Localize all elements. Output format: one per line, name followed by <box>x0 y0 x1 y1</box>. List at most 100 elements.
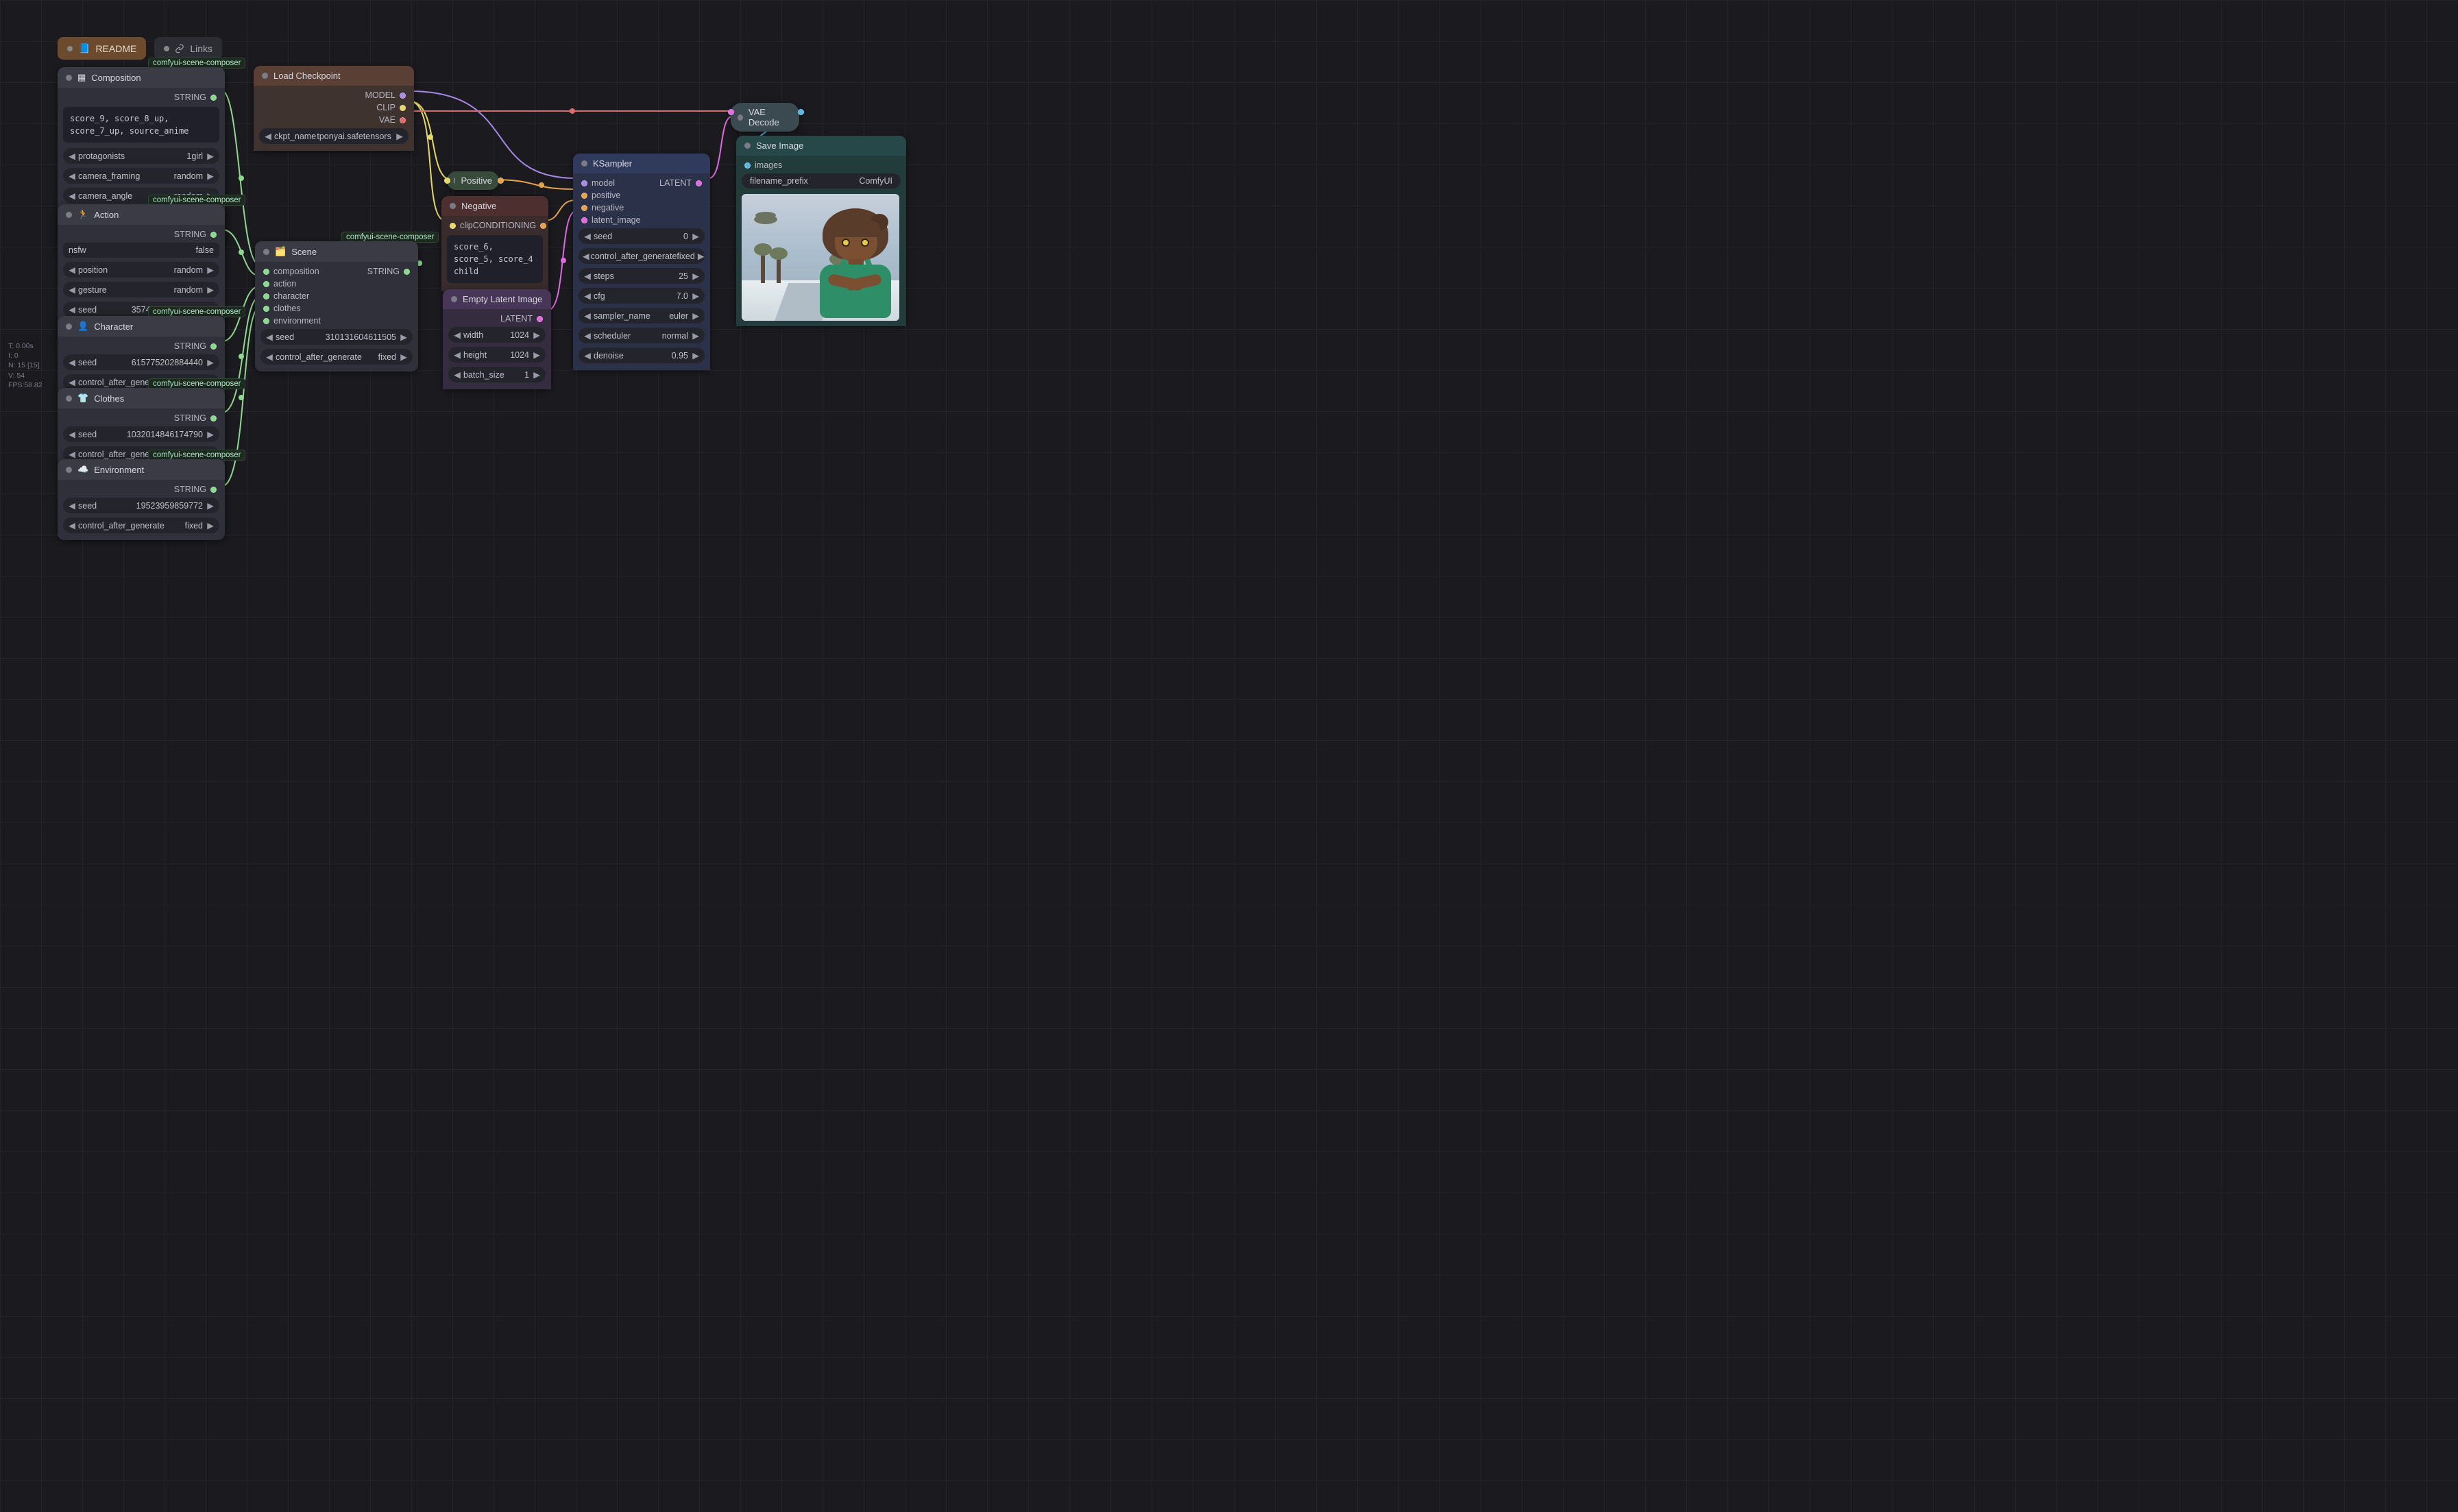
ckpt-name-widget[interactable]: ◀ckpt_nametponyai.safetensors▶ <box>259 128 409 144</box>
chevron-left-icon[interactable]: ◀ <box>452 350 462 360</box>
output-port-string[interactable] <box>210 487 217 493</box>
chevron-left-icon[interactable]: ◀ <box>67 357 77 367</box>
chevron-right-icon[interactable]: ▶ <box>691 330 701 341</box>
chevron-left-icon[interactable]: ◀ <box>265 352 274 362</box>
chevron-left-icon[interactable]: ◀ <box>583 251 589 261</box>
input-port-negative[interactable] <box>581 205 587 211</box>
output-port-latent[interactable] <box>696 180 702 186</box>
input-port-action[interactable] <box>263 281 269 287</box>
nsfw-field[interactable]: nsfwfalse <box>63 243 219 258</box>
chevron-left-icon[interactable]: ◀ <box>67 284 77 295</box>
collapse-dot[interactable] <box>66 467 72 473</box>
chevron-left-icon[interactable]: ◀ <box>67 191 77 201</box>
chevron-left-icon[interactable]: ◀ <box>67 151 77 161</box>
chevron-left-icon[interactable]: ◀ <box>583 350 592 361</box>
output-port-string[interactable] <box>404 269 410 275</box>
chevron-right-icon[interactable]: ▶ <box>532 330 542 340</box>
image-preview[interactable] <box>742 194 899 321</box>
links-node[interactable]: Links <box>154 37 222 60</box>
chevron-right-icon[interactable]: ▶ <box>206 265 215 275</box>
chevron-right-icon[interactable]: ▶ <box>532 369 542 380</box>
collapse-dot[interactable] <box>581 160 587 167</box>
load-checkpoint-node[interactable]: Load Checkpoint MODEL CLIP VAE ◀ckpt_nam… <box>254 66 414 151</box>
chevron-left-icon[interactable]: ◀ <box>452 369 462 380</box>
gesture-widget[interactable]: ◀gesturerandom▶ <box>63 282 219 297</box>
vae-decode-output-port-image[interactable] <box>798 109 804 115</box>
chevron-right-icon[interactable]: ▶ <box>206 500 215 511</box>
chevron-left-icon[interactable]: ◀ <box>67 171 77 181</box>
output-port-conditioning[interactable] <box>540 223 546 229</box>
collapse-dot[interactable] <box>66 75 72 81</box>
collapse-dot[interactable] <box>66 212 72 218</box>
collapse-dot[interactable] <box>738 114 743 121</box>
chevron-left-icon[interactable]: ◀ <box>67 304 77 315</box>
seed-widget[interactable]: ◀seed19523959859772▶ <box>63 498 219 513</box>
chevron-right-icon[interactable]: ▶ <box>399 332 409 342</box>
chevron-right-icon[interactable]: ▶ <box>532 350 542 360</box>
collapse-dot[interactable] <box>262 73 268 79</box>
empty-latent-node[interactable]: Empty Latent Image LATENT ◀width1024▶ ◀h… <box>443 289 551 389</box>
chevron-right-icon[interactable]: ▶ <box>206 520 215 531</box>
output-port-model[interactable] <box>400 93 406 99</box>
control-after-generate-widget[interactable]: ◀control_after_generatefixed▶ <box>260 349 413 365</box>
input-port-clip[interactable] <box>450 223 456 229</box>
input-port-positive[interactable] <box>581 193 587 199</box>
denoise-widget[interactable]: ◀denoise0.95▶ <box>579 347 705 363</box>
output-port-string[interactable] <box>210 95 217 101</box>
positive-input-port-clip[interactable] <box>444 178 450 184</box>
chevron-left-icon[interactable]: ◀ <box>583 310 592 321</box>
chevron-right-icon[interactable]: ▶ <box>691 291 701 301</box>
chevron-right-icon[interactable]: ▶ <box>206 357 215 367</box>
input-port-clothes[interactable] <box>263 306 269 312</box>
height-widget[interactable]: ◀height1024▶ <box>448 347 546 363</box>
seed-widget[interactable]: ◀seed310131604611505▶ <box>260 329 413 345</box>
output-port-clip[interactable] <box>400 105 406 111</box>
chevron-right-icon[interactable]: ▶ <box>395 131 404 141</box>
positive-output-port-conditioning[interactable] <box>498 178 504 184</box>
seed-widget[interactable]: ◀seed615775202884440▶ <box>63 354 219 370</box>
chevron-left-icon[interactable]: ◀ <box>583 330 592 341</box>
collapse-dot[interactable] <box>263 249 269 255</box>
vae-decode-input-port-samples[interactable] <box>728 109 734 115</box>
scene-node[interactable]: 🗂️Scene compositionSTRING action charact… <box>255 241 418 371</box>
scheduler-widget[interactable]: ◀schedulernormal▶ <box>579 328 705 343</box>
chevron-left-icon[interactable]: ◀ <box>67 265 77 275</box>
chevron-right-icon[interactable]: ▶ <box>206 151 215 161</box>
chevron-right-icon[interactable]: ▶ <box>691 350 701 361</box>
output-port-string[interactable] <box>210 415 217 422</box>
control-after-generate-widget[interactable]: ◀control_after_generatefixed▶ <box>579 248 705 264</box>
input-port-environment[interactable] <box>263 318 269 324</box>
ksampler-node[interactable]: KSampler modelLATENT positive negative l… <box>573 154 710 370</box>
readme-node[interactable]: 📘 README <box>58 37 146 60</box>
collapse-dot[interactable] <box>66 395 72 402</box>
chevron-left-icon[interactable]: ◀ <box>583 231 592 241</box>
environment-node[interactable]: ☁️Environment STRING ◀seed19523959859772… <box>58 459 225 540</box>
input-port-composition[interactable] <box>263 269 269 275</box>
chevron-right-icon[interactable]: ▶ <box>698 251 705 261</box>
negative-textbox[interactable]: score_6, score_5, score_4 child <box>447 235 543 283</box>
position-widget[interactable]: ◀positionrandom▶ <box>63 262 219 278</box>
chevron-left-icon[interactable]: ◀ <box>265 332 274 342</box>
positive-node[interactable]: Positive <box>447 171 499 190</box>
filename-prefix-widget[interactable]: filename_prefixComfyUI <box>742 173 901 188</box>
collapse-dot[interactable] <box>744 143 751 149</box>
chevron-left-icon[interactable]: ◀ <box>67 377 77 387</box>
cfg-widget[interactable]: ◀cfg7.0▶ <box>579 288 705 304</box>
input-port-model[interactable] <box>581 180 587 186</box>
chevron-left-icon[interactable]: ◀ <box>67 520 77 531</box>
chevron-right-icon[interactable]: ▶ <box>691 310 701 321</box>
output-port-latent[interactable] <box>537 316 543 322</box>
chevron-left-icon[interactable]: ◀ <box>583 271 592 281</box>
canvas[interactable]: 📘 README Links comfyui-scene-composer ▦C… <box>0 0 2458 1512</box>
chevron-left-icon[interactable]: ◀ <box>263 131 273 141</box>
collapse-dot[interactable] <box>450 203 456 209</box>
seed-widget[interactable]: ◀seed1032014846174790▶ <box>63 426 219 442</box>
camera-framing-widget[interactable]: ◀camera_framingrandom▶ <box>63 168 219 184</box>
input-port-latent[interactable] <box>581 217 587 223</box>
output-port-vae[interactable] <box>400 117 406 123</box>
control-after-generate-widget[interactable]: ◀control_after_generatefixed▶ <box>63 517 219 533</box>
width-widget[interactable]: ◀width1024▶ <box>448 327 546 343</box>
input-port-images[interactable] <box>744 162 751 169</box>
sampler-name-widget[interactable]: ◀sampler_nameeuler▶ <box>579 308 705 324</box>
vae-decode-node[interactable]: VAE Decode <box>731 103 799 132</box>
